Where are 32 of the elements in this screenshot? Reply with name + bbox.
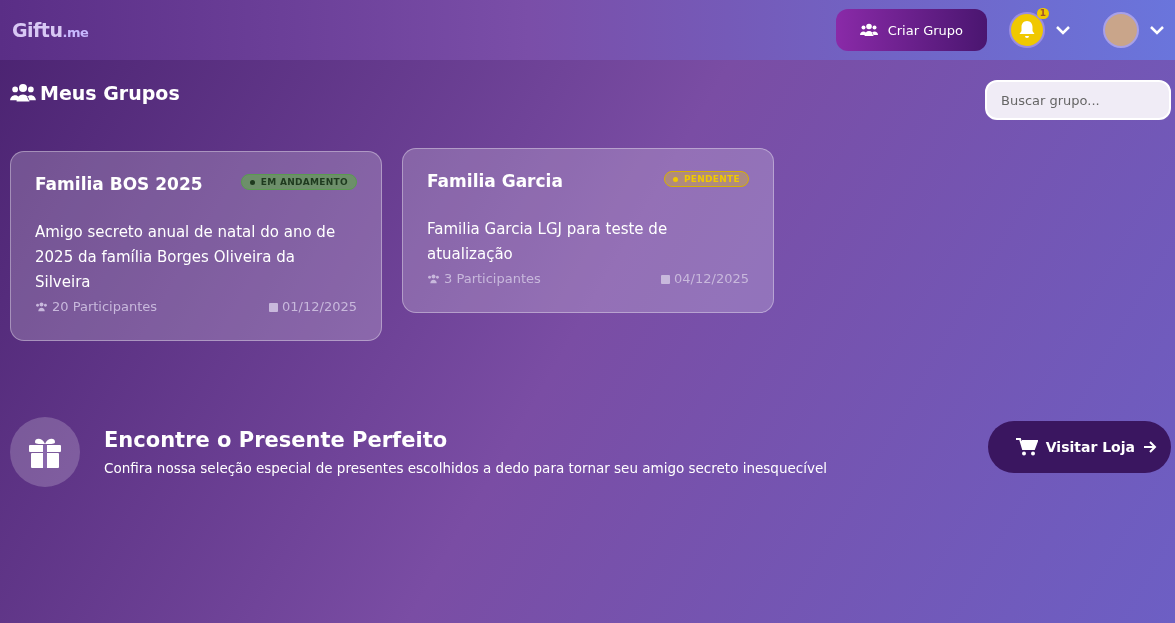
gift-icon — [28, 436, 62, 468]
people-icon — [10, 83, 36, 103]
promo-text: Confira nossa seleção especial de presentes escolhidos a dedo para tornar seu amigo secreto inesquecível — [104, 460, 828, 476]
chevron-down-icon[interactable] — [1055, 25, 1071, 35]
people-icon — [859, 23, 878, 37]
notification-count: 1 — [1036, 8, 1049, 19]
people-icon — [35, 301, 48, 312]
create-group-button[interactable]: Criar Grupo — [835, 9, 987, 51]
people-icon — [427, 273, 440, 284]
participant-count: 3 Participantes — [444, 271, 541, 286]
group-description: Familia Garcia LGJ para teste de atualização — [427, 219, 669, 265]
bell-icon — [1018, 20, 1036, 40]
group-date: 01/12/2025 — [282, 299, 357, 314]
group-card[interactable]: Familia BOS 2025 EM ANDAMENTO Amigo secreto anual de natal do ano de 2025 da família Borges Oliveira da Silveira 20 Participantes 01/12/2025 — [10, 151, 382, 341]
status-badge: EM ANDAMENTO — [240, 174, 357, 190]
group-card[interactable]: Familia Garcia PENDENTE Familia Garcia LGJ para teste de atualização 3 Participantes 04/12/2025 — [402, 148, 774, 313]
search-field[interactable]: Buscar grupo... — [985, 80, 1171, 120]
calendar-icon — [269, 301, 279, 312]
participant-count: 20 Participantes — [52, 299, 158, 314]
section-title: Meus Grupos — [40, 82, 180, 104]
group-name: Familia BOS 2025 — [35, 174, 203, 194]
visit-store-button[interactable]: Visitar Loja — [987, 421, 1171, 473]
logo[interactable]: Giftu.me — [12, 19, 89, 41]
group-description: Amigo secreto anual de natal do ano de 2025 da família Borges Oliveira da Silveira — [35, 222, 337, 293]
chevron-down-icon[interactable] — [1149, 25, 1165, 35]
promo-title: Encontre o Presente Perfeito — [104, 428, 449, 452]
cart-icon — [1015, 438, 1038, 456]
status-badge: PENDENTE — [663, 171, 749, 187]
group-date: 04/12/2025 — [674, 271, 749, 286]
calendar-icon — [661, 273, 671, 284]
arrow-right-icon — [1143, 441, 1157, 453]
group-name: Familia Garcia — [427, 171, 563, 191]
